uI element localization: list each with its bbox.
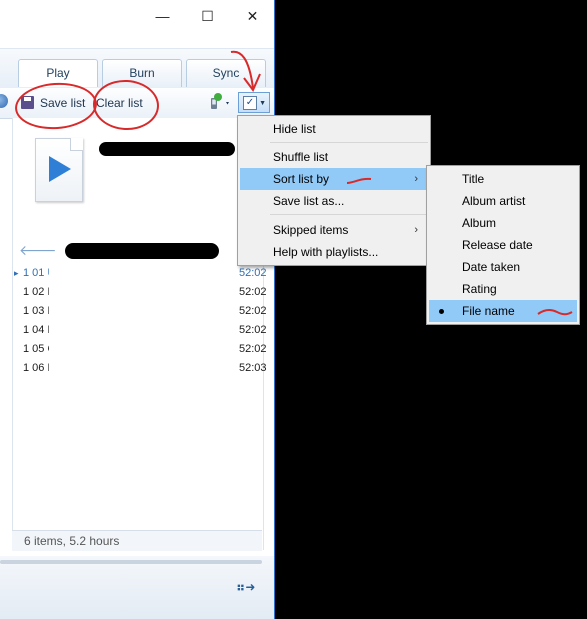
switch-to-now-playing-icon[interactable]: ⠶➜ [236,580,255,594]
sort-option-title[interactable]: Title [429,168,577,190]
save-list-button[interactable]: Save list [21,92,91,114]
bottom-bar: ⠶➜ [0,556,274,619]
minimize-button[interactable]: — [140,0,185,32]
redacted-playlist-title [65,243,219,259]
floppy-disk-icon [21,96,34,109]
tab-play[interactable]: Play [18,59,98,87]
sort-option-date-taken[interactable]: Date taken [429,256,577,278]
menu-item-hide-list[interactable]: Hide list [240,118,428,140]
menu-item-label: Save list as... [273,194,345,208]
nav-orb-icon[interactable] [0,94,8,108]
close-button[interactable]: ✕ [230,0,275,32]
menu-item-label: Skipped items [273,223,349,237]
track-duration: 52:02 [239,286,267,298]
menu-item-save-list-as[interactable]: Save list as... [240,190,428,212]
menu-item-label: Rating [462,282,497,296]
track-duration: 52:03 [239,362,267,374]
redacted-track-titles [49,264,217,380]
clear-list-button[interactable]: Clear list [96,92,162,114]
sort-option-file-name[interactable]: File name [429,300,577,322]
menu-item-label: Album [462,216,497,230]
menu-item-label: File name [462,304,515,318]
playlist-pane: 🡐 1 01 U 52:02 1 02 F 52:02 1 03 F 52:02… [12,118,267,550]
menu-item-label: Album artist [462,194,526,208]
device-sync-button[interactable] [208,92,234,114]
tab-burn[interactable]: Burn [102,59,182,87]
redacted-now-playing-title [99,142,235,156]
title-bar: — ☐ ✕ [0,0,275,32]
checkmark-icon: ✓ [243,96,257,110]
menu-item-shuffle-list[interactable]: Shuffle list [240,146,428,168]
menu-item-label: Sort list by [273,172,330,186]
menu-separator [270,214,428,215]
menu-item-help-playlists[interactable]: Help with playlists... [240,241,428,263]
sort-option-release-date[interactable]: Release date [429,234,577,256]
track-duration: 52:02 [239,343,267,355]
window-border [274,0,275,619]
device-sync-icon [211,93,229,109]
play-icon [49,156,71,182]
chevron-down-icon: ▼ [259,100,266,107]
sort-option-album-artist[interactable]: Album artist [429,190,577,212]
track-duration: 52:02 [239,324,267,336]
menu-separator [270,142,428,143]
sort-option-album[interactable]: Album [429,212,577,234]
tab-strip: Play Burn Sync [0,48,274,89]
menu-item-label: Shuffle list [273,150,329,164]
list-options-button[interactable]: ✓ ▼ [238,92,270,113]
sort-option-rating[interactable]: Rating [429,278,577,300]
media-player-window: — ☐ ✕ Play Burn Sync Save list Clear lis… [0,0,275,619]
chevron-right-icon: › [414,224,418,236]
track-duration: 52:02 [239,267,267,279]
horizontal-scrollbar[interactable] [0,560,262,564]
menu-item-label: Help with playlists... [273,245,379,259]
chevron-right-icon: › [414,173,418,185]
list-options-menu: Hide list Shuffle list Sort list by › Sa… [237,115,431,266]
tab-sync[interactable]: Sync [186,59,266,87]
save-list-label: Save list [40,96,86,110]
list-toolbar: Save list Clear list ✓ ▼ [0,88,274,119]
menu-item-skipped-items[interactable]: Skipped items › [240,219,428,241]
item-count-status: 6 items, 5.2 hours [24,534,120,548]
status-bar: 6 items, 5.2 hours [12,530,262,551]
playlist-document-icon [35,138,83,202]
menu-item-sort-list-by[interactable]: Sort list by › [240,168,428,190]
menu-item-label: Hide list [273,122,316,136]
selected-radio-icon [439,309,444,314]
maximize-button[interactable]: ☐ [185,0,230,32]
menu-item-label: Title [462,172,485,186]
back-arrow-icon[interactable]: 🡐 [19,242,57,259]
sort-by-submenu: Title Album artist Album Release date Da… [426,165,580,325]
menu-item-label: Date taken [462,260,521,274]
track-duration: 52:02 [239,305,267,317]
menu-item-label: Release date [462,238,533,252]
